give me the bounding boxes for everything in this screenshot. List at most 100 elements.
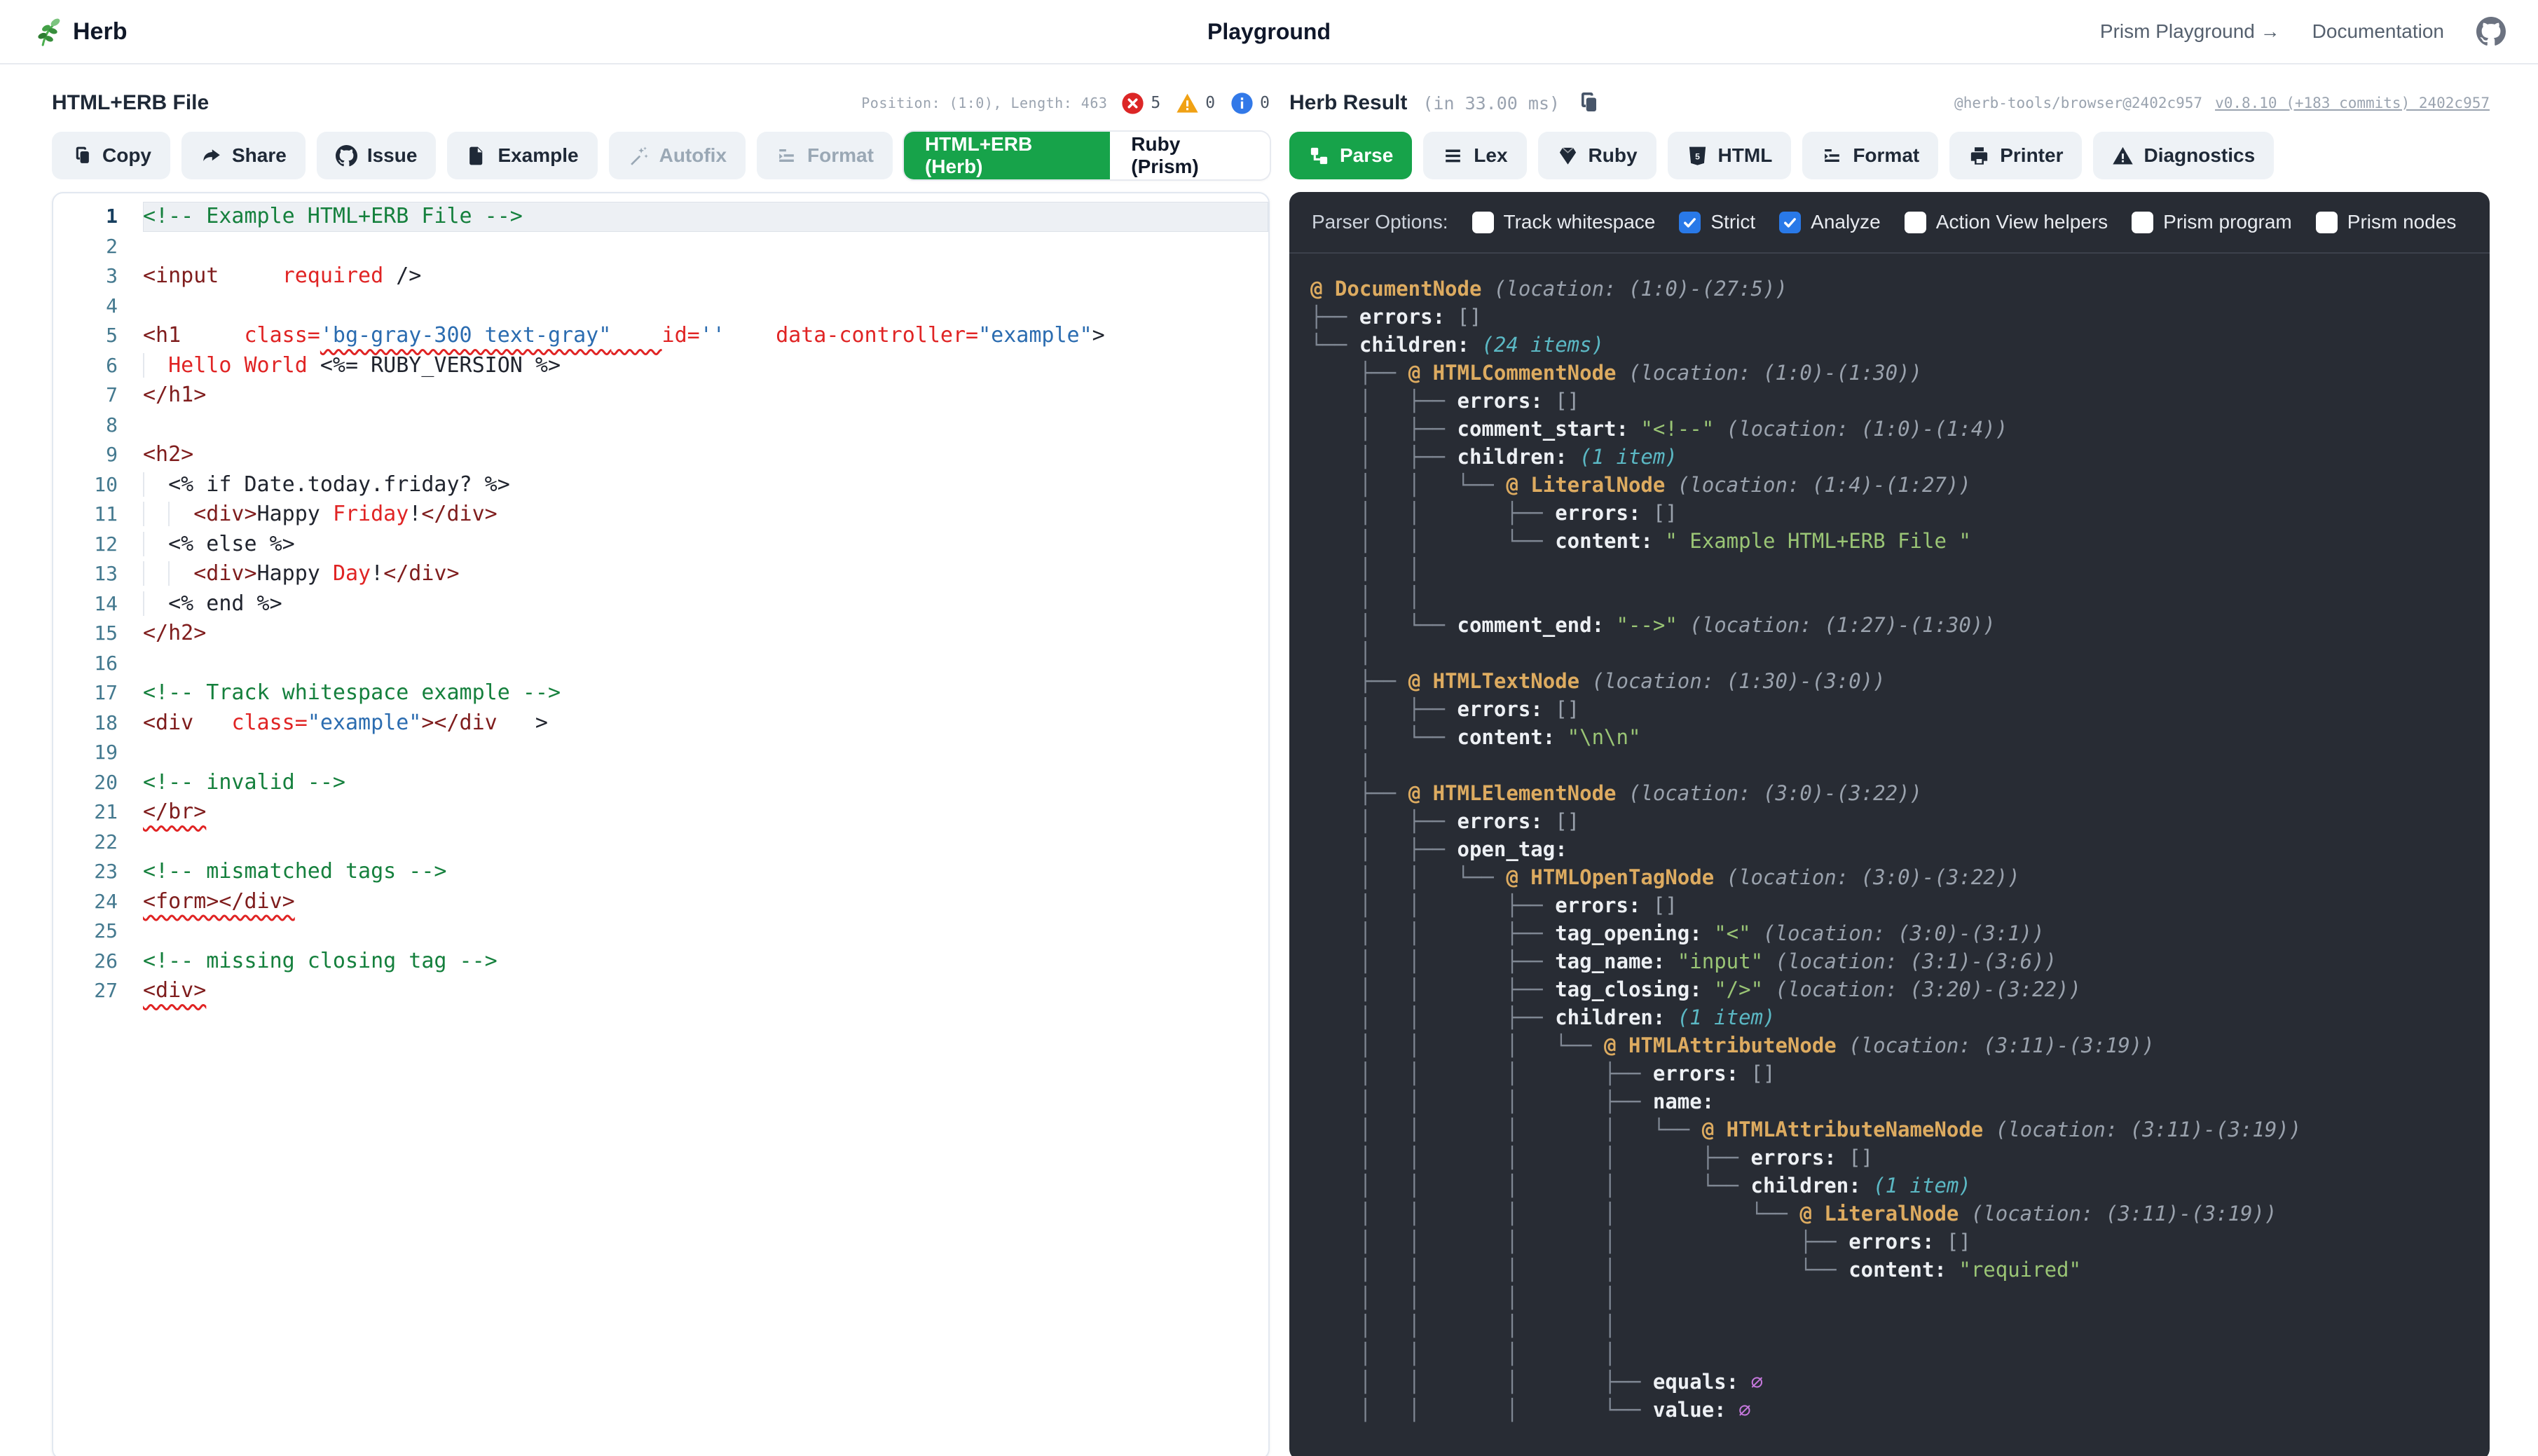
nav-documentation[interactable]: Documentation [2312, 20, 2444, 43]
code-line[interactable]: 6 Hello World <%= RUBY_VERSION %> [53, 351, 1268, 381]
code-text [143, 649, 1268, 679]
line-number: 4 [53, 291, 143, 322]
ast-tree-line: │ │ │ │ ├── errors: [] [1310, 1228, 2490, 1256]
code-line[interactable]: 5<h1 class='bg-gray-300 text-gray" id=''… [53, 321, 1268, 351]
button-label: Share [232, 144, 287, 167]
code-editor[interactable]: 1<!-- Example HTML+ERB File -->23<input … [52, 192, 1270, 1456]
option-label: Prism nodes [2347, 211, 2457, 233]
option-strict[interactable]: Strict [1679, 211, 1755, 233]
code-line[interactable]: 8 [53, 411, 1268, 441]
format-icon [776, 145, 797, 167]
code-line[interactable]: 3<input required /> [53, 261, 1268, 291]
code-line[interactable]: 25 [53, 916, 1268, 947]
ast-tree-line: │ │ ├── errors: [] [1310, 499, 2490, 527]
option-prism-nodes[interactable]: Prism nodes [2316, 211, 2457, 233]
line-number: 8 [53, 411, 143, 441]
code-line[interactable]: 17<!-- Track whitespace example --> [53, 678, 1268, 708]
checkbox-checked[interactable] [1779, 212, 1801, 233]
format-button[interactable]: Format [757, 132, 893, 179]
badge-count: 0 [1205, 94, 1215, 112]
code-text: <h1 class='bg-gray-300 text-gray" id='' … [143, 321, 1268, 351]
code-line[interactable]: 21</br> [53, 797, 1268, 827]
code-line[interactable]: 11 <div>Happy Friday!</div> [53, 500, 1268, 530]
copy-button[interactable]: Copy [52, 132, 170, 179]
ast-tree-line: │ │ ├── children: (1 item) [1310, 1003, 2490, 1031]
code-line[interactable]: 12 <% else %> [53, 530, 1268, 560]
diagnostic-badges: 500 [1121, 92, 1270, 115]
checkbox-unchecked[interactable] [2316, 212, 2338, 233]
ruby-button[interactable]: Ruby [1538, 132, 1656, 179]
line-number: 1 [53, 202, 143, 232]
checkbox-unchecked[interactable] [1472, 212, 1494, 233]
code-line[interactable]: 10 <% if Date.today.friday? %> [53, 470, 1268, 500]
code-line[interactable]: 4 [53, 291, 1268, 322]
printer-button[interactable]: Printer [1949, 132, 2082, 179]
code-line[interactable]: 2 [53, 232, 1268, 262]
button-label: Example [498, 144, 578, 167]
html-button[interactable]: 5HTML [1668, 132, 1792, 179]
diagnostics-button[interactable]: Diagnostics [2093, 132, 2274, 179]
ast-tree-line: @ DocumentNode (location: (1:0)-(27:5)) [1310, 275, 2490, 303]
line-number: 2 [53, 232, 143, 262]
checkbox-checked[interactable] [1679, 212, 1701, 233]
ast-tree-line: │ │ │ │ [1310, 1312, 2490, 1340]
info-badge: 0 [1230, 92, 1270, 115]
warning-icon [1176, 92, 1199, 115]
checkbox-unchecked[interactable] [1905, 212, 1926, 233]
code-line[interactable]: 14 <% end %> [53, 589, 1268, 619]
option-prism-program[interactable]: Prism program [2132, 211, 2292, 233]
code-text: </h2> [143, 619, 1268, 649]
share-button[interactable]: Share [181, 132, 306, 179]
brand[interactable]: Herb [32, 16, 127, 47]
code-line[interactable]: 7</h1> [53, 380, 1268, 411]
ast-tree-line: │ │ │ │ └── @ LiteralNode (location: (3:… [1310, 1200, 2490, 1228]
ast-tree[interactable]: @ DocumentNode (location: (1:0)-(27:5))├… [1289, 254, 2490, 1424]
tab-ruby-prism[interactable]: Ruby (Prism) [1110, 132, 1270, 179]
main-content: HTML+ERB File Position: (1:0), Length: 4… [0, 64, 2538, 1456]
example-button[interactable]: Example [447, 132, 597, 179]
line-number: 20 [53, 768, 143, 798]
autofix-button[interactable]: Autofix [609, 132, 746, 179]
code-text: <!-- invalid --> [143, 768, 1268, 798]
version-link[interactable]: v0.8.10 (+183 commits) 2402c957 [2215, 95, 2490, 111]
code-line[interactable]: 15</h2> [53, 619, 1268, 649]
issue-button[interactable]: Issue [317, 132, 437, 179]
lex-button[interactable]: Lex [1423, 132, 1526, 179]
code-line[interactable]: 24<form></div> [53, 887, 1268, 917]
code-text: <form></div> [143, 887, 1268, 917]
code-text: <% else %> [143, 530, 1268, 560]
format-button[interactable]: Format [1802, 132, 1938, 179]
code-line[interactable]: 26<!-- missing closing tag --> [53, 947, 1268, 977]
line-number: 26 [53, 947, 143, 977]
line-number: 3 [53, 261, 143, 291]
option-analyze[interactable]: Analyze [1779, 211, 1881, 233]
option-label: Prism program [2163, 211, 2292, 233]
github-link[interactable] [2476, 17, 2506, 46]
code-line[interactable]: 22 [53, 827, 1268, 858]
code-line[interactable]: 20<!-- invalid --> [53, 768, 1268, 798]
checkbox-unchecked[interactable] [2132, 212, 2153, 233]
code-line[interactable]: 19 [53, 738, 1268, 768]
tab-html-erb-herb[interactable]: HTML+ERB (Herb) [904, 132, 1110, 179]
code-line[interactable]: 9<h2> [53, 440, 1268, 470]
copy-result-button[interactable] [1575, 90, 1600, 116]
option-action-view-helpers[interactable]: Action View helpers [1905, 211, 2108, 233]
code-line[interactable]: 16 [53, 649, 1268, 679]
error-icon [1121, 92, 1144, 115]
ast-tree-line: │ ├── errors: [] [1310, 387, 2490, 415]
github-icon [2476, 17, 2506, 46]
option-label: Action View helpers [1936, 211, 2108, 233]
code-line[interactable]: 27<div> [53, 976, 1268, 1006]
code-line[interactable]: 18<div class="example"></div > [53, 708, 1268, 739]
code-line[interactable]: 1<!-- Example HTML+ERB File --> [53, 202, 1268, 232]
result-panel-title: Herb Result [1289, 91, 1407, 115]
parser-options-bar: Parser Options: Track whitespaceStrictAn… [1289, 192, 2490, 254]
code-line[interactable]: 23<!-- mismatched tags --> [53, 857, 1268, 887]
parse-button[interactable]: Parse [1289, 132, 1412, 179]
code-line[interactable]: 13 <div>Happy Day!</div> [53, 559, 1268, 589]
ast-tree-line: │ │ │ └── @ HTMLAttributeNode (location:… [1310, 1031, 2490, 1059]
nav-prism-playground[interactable]: Prism Playground → [2100, 20, 2280, 43]
cursor-position: Position: (1:0), Length: 463 [861, 95, 1107, 111]
button-label: Ruby [1589, 144, 1638, 167]
option-track-whitespace[interactable]: Track whitespace [1472, 211, 1656, 233]
